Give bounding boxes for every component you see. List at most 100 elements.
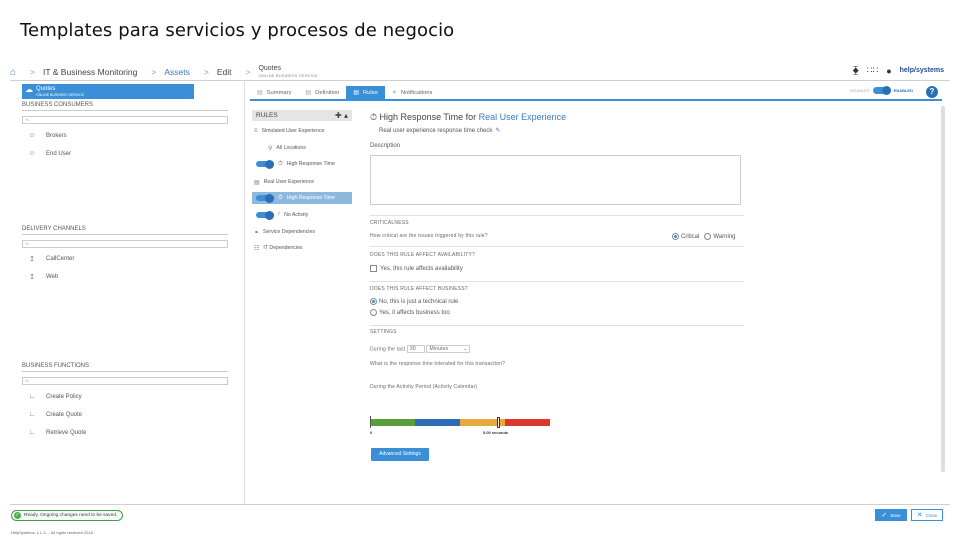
functions-filter-input[interactable]: % [22, 377, 228, 385]
server-icon: ≡ [254, 128, 258, 134]
status-badge: ✓ Ready. Ongoing changes need to be save… [11, 510, 124, 521]
list-item[interactable]: ∟ Create Quote [28, 411, 82, 418]
upload-icon: ↥ [29, 256, 35, 263]
rule-toggle[interactable] [256, 193, 274, 203]
person-icon: ☺ [28, 132, 36, 139]
warning-radio[interactable]: Warning [704, 233, 735, 240]
summary-icon: ▤ [257, 90, 263, 96]
edit-pencil-icon[interactable]: ✎ [495, 128, 500, 134]
list-item[interactable]: ☺ End User [28, 150, 71, 157]
divider [370, 246, 744, 247]
breadcrumb-monitoring[interactable]: IT & Business Monitoring [43, 67, 137, 77]
apps-grid-icon[interactable]: ∷∷ [867, 65, 878, 76]
tab-rules[interactable]: ▤ Rules [346, 86, 385, 99]
user-icon[interactable]: ● [886, 66, 891, 76]
divider [370, 281, 744, 282]
chart-icon: ∟ [28, 411, 36, 418]
tab-summary[interactable]: ▤ Summary [250, 86, 298, 99]
stopwatch-icon: ⏱ [370, 112, 378, 122]
rule-subtitle: Real user experience response time check… [379, 128, 501, 134]
header-divider [10, 80, 950, 81]
critical-radio[interactable]: Critical [672, 233, 699, 240]
list-item[interactable]: ☺ Brokers [28, 132, 66, 139]
location-pin-icon: ⚲ [268, 145, 273, 152]
threshold-handle[interactable] [497, 417, 500, 428]
rule-item[interactable]: ⚭ Service Dependencies [254, 226, 315, 238]
save-button[interactable]: ✓ Save [875, 509, 907, 521]
tab-notifications[interactable]: ✶ Notifications [385, 86, 440, 99]
breadcrumb: ⌂ > IT & Business Monitoring > Assets > … [10, 64, 950, 80]
rule-title-link[interactable]: Real User Experience [479, 112, 567, 122]
breadcrumb-assets[interactable]: Assets [164, 67, 190, 77]
sleep-icon: ᶻ [278, 212, 281, 218]
rule-item[interactable]: ☷ IT Dependencies [254, 242, 303, 254]
toggle-switch[interactable] [872, 86, 891, 95]
home-icon[interactable]: ⌂ [10, 67, 16, 78]
settings-title: SETTINGS [370, 329, 397, 335]
rule-item[interactable]: ≡ Simulated User Experience [254, 125, 324, 137]
criticalness-title: CRITICALNESS [370, 220, 409, 226]
divider [370, 325, 744, 326]
tolerance-question: What is the response time tolerated for … [370, 361, 506, 367]
slide-title: Templates para servicios y procesos de n… [20, 20, 455, 41]
list-item[interactable]: ∟ Create Policy [28, 393, 82, 400]
rule-item[interactable]: ⏱ High Response Time [256, 158, 335, 170]
consumers-filter-input[interactable]: % [22, 116, 228, 124]
rule-toggle[interactable] [256, 210, 274, 220]
criticalness-question: How critical are the issues triggered by… [370, 233, 488, 239]
tab-underline [250, 99, 942, 101]
chart-icon: ∟ [28, 393, 36, 400]
scrollbar[interactable] [941, 106, 945, 472]
consumers-title: BUSINESS CONSUMERS [22, 102, 94, 108]
dashboard-icon[interactable]: ⧱ [853, 65, 859, 76]
copyright: HelpSystems, L.L.C. - All rights reserve… [11, 530, 94, 535]
description-textarea[interactable] [370, 155, 741, 205]
rule-item[interactable]: ᶻ No Activity [256, 209, 308, 221]
network-icon: ☷ [254, 245, 260, 252]
stopwatch-icon: ⏱ [278, 160, 283, 167]
rule-item[interactable]: ▤ Real User Experience [254, 176, 314, 188]
activity-period: During the Activity Period (Activity Cal… [370, 384, 478, 390]
criticalness-options: Critical Warning [672, 233, 735, 240]
monitor-icon: ▤ [254, 179, 260, 186]
threshold-segment [415, 419, 460, 426]
scale-mark-label: 5.00 seconds [483, 430, 509, 435]
divider [22, 110, 228, 111]
advanced-settings-button[interactable]: Advanced Settings [371, 448, 429, 461]
definition-icon: ▤ [305, 90, 312, 96]
close-button[interactable]: ✕ Close [911, 509, 943, 521]
brand-logo: help/systems [899, 67, 944, 74]
rule-item[interactable]: ⚲ All Locations [268, 142, 306, 154]
tab-definition[interactable]: ▤ Definition [298, 86, 346, 99]
business-title: DOES THIS RULE AFFECT BUSINESS? [370, 286, 468, 292]
rule-title: ⏱ High Response Time for Real User Exper… [370, 112, 567, 122]
availability-checkbox[interactable]: Yes, this rule affects availability [370, 265, 463, 272]
top-right-toolbar: ⧱ ∷∷ ● help/systems [853, 65, 944, 76]
divider [22, 234, 228, 235]
chevron-right-icon: > [30, 67, 36, 77]
threshold-bar[interactable] [370, 419, 550, 426]
help-button[interactable]: ? [926, 86, 938, 98]
rule-toggle[interactable] [256, 159, 274, 169]
star-icon: ✶ [391, 90, 397, 96]
rule-item-selected[interactable]: ⏱ High Response Time [252, 192, 352, 204]
technical-rule-radio[interactable]: No, this is just a technical rule [370, 298, 458, 305]
availability-title: DOES THIS RULE AFFECT AVAILABILITY? [370, 252, 475, 258]
breadcrumb-edit[interactable]: Edit [217, 67, 232, 77]
list-item[interactable]: ↥ Web [28, 273, 58, 281]
divider [22, 371, 228, 372]
enabled-toggle[interactable]: DISABLED ENABLED [850, 86, 930, 95]
rules-icon: ▤ [353, 90, 359, 96]
footer-divider [10, 504, 950, 505]
list-item[interactable]: ∟ Retrieve Quote [28, 429, 87, 436]
channels-filter-input[interactable]: % [22, 240, 228, 248]
affects-business-radio[interactable]: Yes, it affects business too [370, 309, 450, 316]
add-rule-icon[interactable]: ✚ ▴ [335, 111, 348, 120]
duration-input[interactable]: 30 [406, 345, 425, 353]
selected-service[interactable]: ☁ Quotes ONLINE BUSINESS SERVICE [22, 84, 194, 99]
person-icon: ☺ [28, 150, 36, 157]
close-icon: ✕ [916, 512, 923, 519]
list-item[interactable]: ↥ CallCenter [28, 255, 74, 263]
check-icon: ✓ [881, 512, 888, 519]
unit-select[interactable]: Minutes ⌄ [426, 345, 471, 353]
